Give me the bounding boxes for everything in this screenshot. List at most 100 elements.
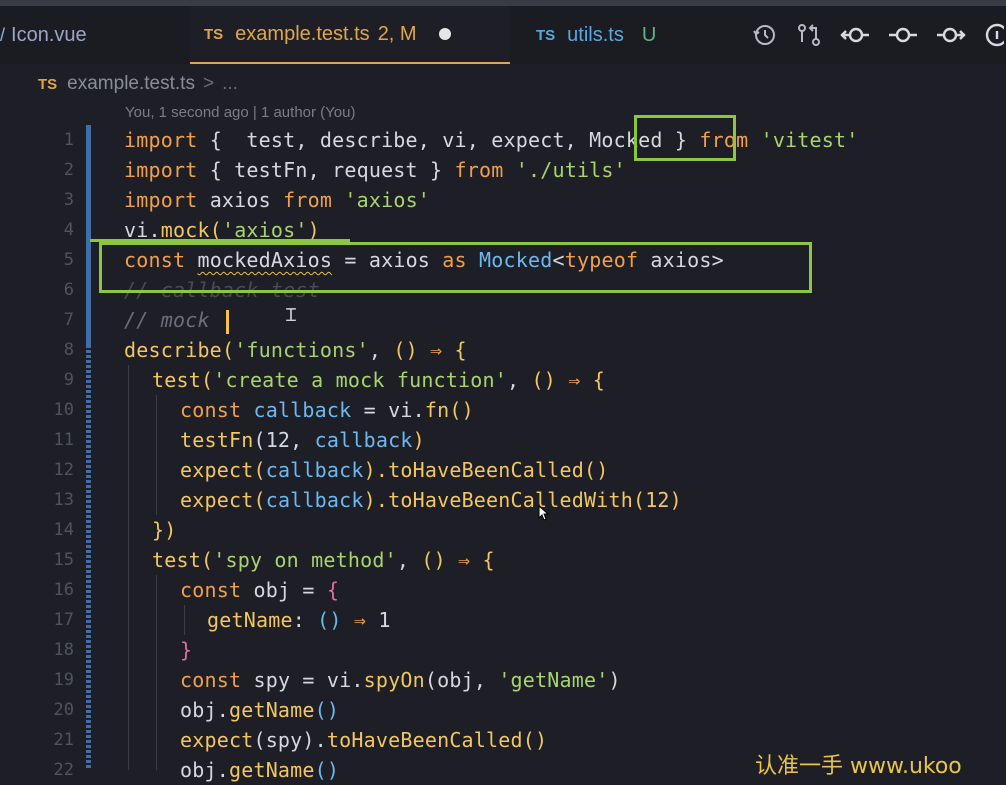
- tab-icon-vue[interactable]: / Icon.vue: [0, 6, 180, 64]
- tab-utils-ts[interactable]: TS utils.ts U: [536, 6, 696, 64]
- line-number: 12: [53, 460, 74, 480]
- line-number: 21: [53, 730, 74, 750]
- line-number: 7: [63, 310, 74, 330]
- token: ).: [363, 488, 389, 512]
- typescript-file-icon: TS: [38, 75, 58, 93]
- line-number: 19: [53, 670, 74, 690]
- highlight-box-mocked: [634, 115, 736, 161]
- token: callback: [265, 458, 364, 482]
- token: {: [454, 338, 467, 362]
- code-line: 1 import { test, describe, vi, expect, M…: [0, 125, 1006, 155]
- tab-label: Icon.vue: [11, 23, 87, 46]
- token: ): [608, 668, 621, 692]
- tab-status: U: [641, 23, 657, 46]
- token: testFn: [180, 428, 254, 452]
- git-blame-codelens[interactable]: You, 1 second ago | 1 author (You): [125, 104, 355, 121]
- typescript-file-icon: TS: [204, 25, 224, 43]
- code-line: 11 testFn(12, callback): [0, 425, 1006, 455]
- token: 'create a mock function': [213, 368, 508, 392]
- token: (: [253, 488, 266, 512]
- line-number: 3: [63, 190, 74, 210]
- history-icon[interactable]: [752, 22, 778, 48]
- line-number: 10: [53, 400, 74, 420]
- tab-label: utils.ts: [567, 23, 624, 46]
- token: callback: [253, 398, 352, 422]
- line-number: 6: [63, 280, 74, 300]
- token: (): [314, 698, 340, 722]
- code-line: 16 const obj = {: [0, 575, 1006, 605]
- unsaved-dot-icon[interactable]: [438, 28, 451, 40]
- line-number: 13: [53, 490, 74, 510]
- token: ⇒: [417, 338, 455, 362]
- token: (: [200, 368, 214, 392]
- git-compare-icon[interactable]: [796, 22, 822, 48]
- token: import: [124, 158, 198, 182]
- commit-next-icon[interactable]: [936, 22, 966, 48]
- code-line: 2 import { testFn, request } from './uti…: [0, 155, 1006, 185]
- mouse-pointer-icon: [538, 505, 550, 521]
- token: expect: [180, 488, 254, 512]
- token: axios: [197, 188, 284, 212]
- token: (12): [632, 488, 682, 512]
- token: ,: [396, 548, 422, 572]
- code-line: 7 // mock: [0, 305, 1006, 335]
- token: // mock: [124, 308, 222, 332]
- token: }): [152, 518, 177, 542]
- token: expect: [180, 728, 254, 752]
- tab-label: example.test.ts: [235, 22, 370, 45]
- token: 'vitest': [760, 128, 859, 152]
- token: './utils': [515, 158, 626, 182]
- line-number: 4: [63, 220, 74, 240]
- token: callback: [314, 428, 413, 452]
- ibeam-cursor-icon: Ɪ: [286, 305, 297, 326]
- tab-example-test-ts[interactable]: TS example.test.ts 2, M: [190, 6, 510, 64]
- token: ⇒: [445, 548, 483, 572]
- token: ⇒: [555, 368, 593, 392]
- line-number: 22: [53, 760, 74, 780]
- token: spy = vi.: [241, 668, 364, 692]
- token: (obj,: [424, 668, 499, 692]
- token: (): [583, 458, 609, 482]
- text-cursor: [225, 309, 229, 334]
- code-editor[interactable]: 1 import { test, describe, vi, expect, M…: [0, 115, 1006, 782]
- token: ⇒: [341, 608, 379, 632]
- code-line: 9 test('create a mock function', () ⇒ {: [0, 365, 1006, 395]
- commit-prev-icon[interactable]: [840, 22, 870, 48]
- code-line: 3 import axios from 'axios': [0, 185, 1006, 215]
- code-line: 14 }): [0, 515, 1006, 545]
- commit-icon[interactable]: [888, 22, 918, 48]
- token: test: [152, 368, 201, 392]
- token: (): [393, 338, 418, 362]
- annotation-underline: [90, 239, 350, 242]
- token: test: [152, 548, 201, 572]
- line-number: 2: [63, 160, 74, 180]
- token: ,: [507, 368, 532, 392]
- breadcrumb-file[interactable]: example.test.ts: [67, 73, 195, 95]
- token: expect: [180, 458, 254, 482]
- token: { testFn, request }: [197, 158, 455, 182]
- token: {: [482, 548, 495, 572]
- code-line: 20 obj.getName(): [0, 695, 1006, 725]
- breadcrumb: TS example.test.ts > ...: [0, 64, 1006, 104]
- code-line: 10 const callback = vi.fn(): [0, 395, 1006, 425]
- token: const: [180, 578, 242, 602]
- token: callback: [265, 488, 364, 512]
- highlight-box-line-5: [99, 242, 812, 293]
- code-line: 19 const spy = vi.spyOn(obj, 'getName'): [0, 665, 1006, 695]
- line-number: 14: [53, 520, 74, 540]
- token: toHaveBeenCalledWith: [388, 488, 633, 512]
- token: 'axios': [344, 188, 431, 212]
- token: 'functions': [234, 338, 369, 362]
- token: ,: [368, 338, 394, 362]
- code-line: 15 test('spy on method', () ⇒ {: [0, 545, 1006, 575]
- line-number: 15: [53, 550, 74, 570]
- token: = vi.: [351, 398, 425, 422]
- info-icon[interactable]: [984, 22, 1004, 48]
- token: 1: [378, 608, 391, 632]
- token: (: [253, 458, 266, 482]
- breadcrumb-rest[interactable]: ...: [222, 73, 238, 95]
- watermark-text: 认准一手 www.ukoo: [755, 754, 962, 779]
- token: spyOn: [363, 668, 425, 692]
